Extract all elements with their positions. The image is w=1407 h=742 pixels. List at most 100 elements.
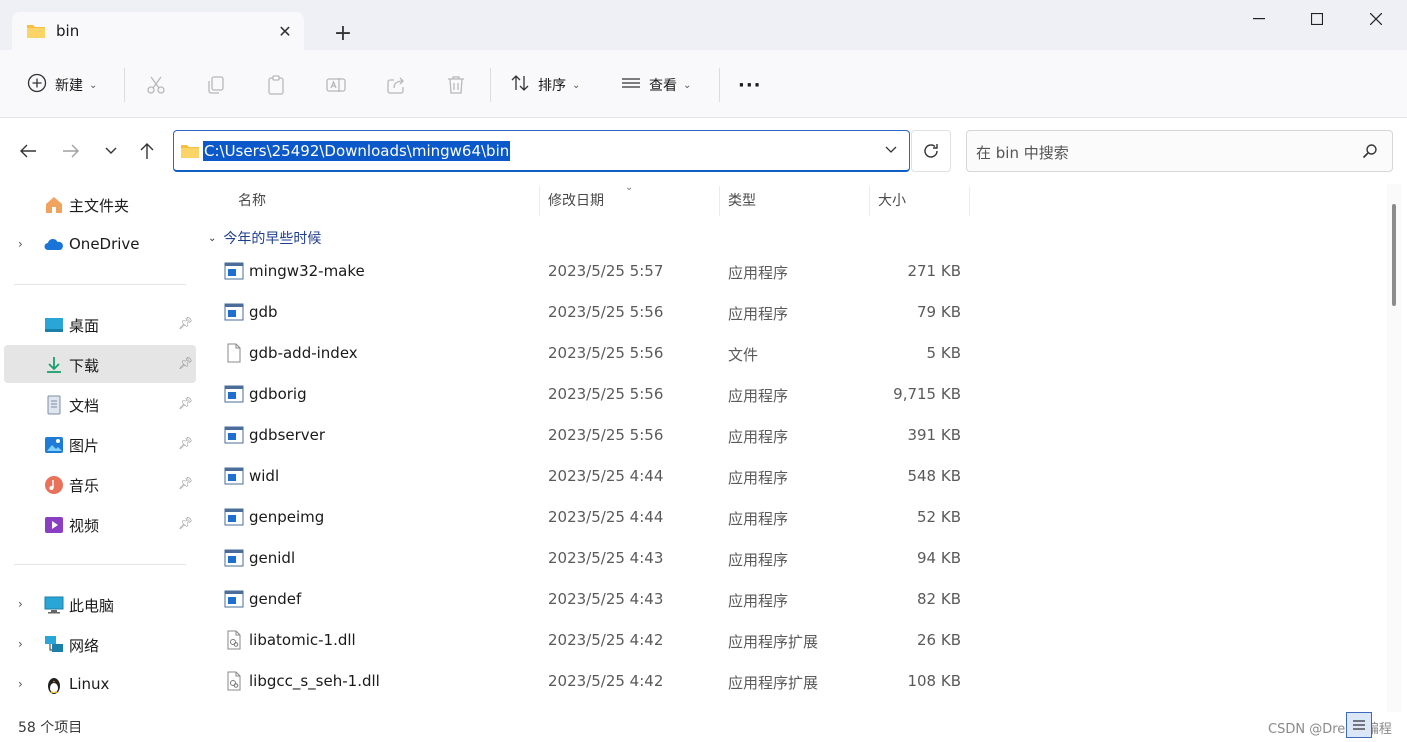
divider [14, 564, 186, 565]
file-row[interactable]: genidl 2023/5/25 4:43 应用程序 94 KB [198, 538, 1388, 579]
rename-icon[interactable] [325, 74, 347, 96]
sidebar-item-label: 图片 [69, 437, 100, 455]
search-box[interactable]: 在 bin 中搜索 [966, 130, 1393, 172]
sidebar-item-onedrive[interactable]: › OneDrive [4, 225, 196, 263]
minimize-button[interactable] [1230, 0, 1288, 38]
sidebar-item-pictures[interactable]: 图片 📌︎ [4, 425, 196, 463]
sidebar-item-this-pc[interactable]: › 此电脑 [4, 585, 196, 623]
file-list: ⌄ 名称 修改日期 类型 大小 ⌄ 今年的早些时候 mingw32-make 20… [198, 182, 1388, 712]
application-icon [224, 261, 244, 281]
share-icon[interactable] [385, 74, 407, 96]
file-row[interactable]: gdb 2023/5/25 5:56 应用程序 79 KB [198, 292, 1388, 333]
copy-icon[interactable] [205, 74, 227, 96]
tab-title: bin [56, 22, 80, 40]
command-bar: 新建 ⌄ 排序 ⌄ 查看 ⌄ ··· [0, 50, 1407, 118]
chevron-right-icon[interactable]: › [18, 677, 23, 691]
file-row[interactable]: gdb-add-index 2023/5/25 5:56 文件 5 KB [198, 333, 1388, 374]
file-row[interactable]: genpeimg 2023/5/25 4:44 应用程序 52 KB [198, 497, 1388, 538]
refresh-button[interactable] [911, 130, 951, 172]
file-type: 应用程序 [728, 551, 789, 569]
up-button[interactable] [135, 140, 159, 162]
file-name: widl [249, 467, 280, 485]
sidebar-item-videos[interactable]: 视频 📌︎ [4, 505, 196, 543]
file-size: 52 KB [917, 508, 961, 526]
chevron-right-icon[interactable]: › [18, 637, 23, 651]
chevron-right-icon[interactable]: › [18, 237, 23, 251]
file-icon [224, 343, 244, 363]
chevron-right-icon[interactable]: › [18, 597, 23, 611]
onedrive-cloud-icon [44, 235, 64, 255]
column-divider[interactable] [869, 186, 870, 216]
details-view-button[interactable] [1346, 712, 1372, 738]
file-row[interactable]: gdborig 2023/5/25 5:56 应用程序 9,715 KB [198, 374, 1388, 415]
file-type: 文件 [728, 346, 759, 364]
sidebar-item-documents[interactable]: 文档 📌︎ [4, 385, 196, 423]
group-header[interactable]: ⌄ 今年的早些时候 [208, 228, 321, 248]
paste-icon[interactable] [265, 74, 287, 96]
home-icon [44, 195, 64, 215]
address-dropdown-icon[interactable] [885, 143, 897, 157]
file-row[interactable]: gendef 2023/5/25 4:43 应用程序 82 KB [198, 579, 1388, 620]
file-row[interactable]: gdbserver 2023/5/25 5:56 应用程序 391 KB [198, 415, 1388, 456]
sidebar-item-desktop[interactable]: 桌面 📌︎ [4, 305, 196, 343]
application-icon [224, 548, 244, 568]
delete-icon[interactable] [445, 74, 467, 96]
view-button[interactable]: 查看 ⌄ [621, 72, 691, 98]
pictures-icon [44, 435, 64, 455]
new-button[interactable]: 新建 ⌄ [27, 72, 97, 98]
column-header-size[interactable]: 大小 [878, 190, 906, 214]
forward-button[interactable] [59, 140, 83, 162]
search-placeholder: 在 bin 中搜索 [976, 144, 1069, 162]
divider [490, 68, 491, 102]
file-size: 391 KB [907, 426, 961, 444]
sidebar-item-network[interactable]: › 网络 [4, 625, 196, 663]
recent-locations-button[interactable] [99, 140, 123, 162]
application-icon [224, 302, 244, 322]
column-divider[interactable] [719, 186, 720, 216]
file-type: 应用程序 [728, 510, 789, 528]
scrollbar-thumb[interactable] [1392, 204, 1396, 306]
address-bar[interactable]: C:\Users\25492\Downloads\mingw64\bin [173, 130, 910, 172]
cut-icon[interactable] [145, 74, 167, 96]
sidebar-item-label: Linux [69, 675, 110, 693]
column-divider[interactable] [969, 186, 970, 216]
chevron-down-icon: ⌄ [683, 79, 692, 91]
back-button[interactable] [16, 140, 40, 162]
maximize-button[interactable] [1288, 0, 1346, 38]
file-row[interactable]: libatomic-1.dll 2023/5/25 4:42 应用程序扩展 26 KB [198, 620, 1388, 661]
divider [719, 68, 720, 102]
vertical-scrollbar[interactable] [1387, 184, 1401, 712]
file-type: 应用程序 [728, 469, 789, 487]
chevron-down-icon: ⌄ [89, 79, 98, 91]
sidebar-item-linux[interactable]: › Linux [4, 665, 196, 703]
sidebar-item-music[interactable]: 音乐 📌︎ [4, 465, 196, 503]
file-name: genpeimg [249, 508, 325, 526]
column-header-type[interactable]: 类型 [728, 190, 756, 214]
search-icon[interactable] [1362, 143, 1378, 163]
new-tab-button[interactable]: + [330, 20, 356, 46]
sort-button[interactable]: 排序 ⌄ [510, 72, 580, 98]
close-window-button[interactable] [1347, 0, 1405, 38]
column-header-name[interactable]: 名称 [238, 190, 266, 214]
sidebar-item-downloads[interactable]: 下载 📌︎ [4, 345, 196, 383]
file-row[interactable]: widl 2023/5/25 4:44 应用程序 548 KB [198, 456, 1388, 497]
download-icon [44, 355, 64, 375]
sidebar-item-label: 桌面 [69, 317, 100, 335]
address-path[interactable]: C:\Users\25492\Downloads\mingw64\bin [203, 141, 511, 161]
tab-close-icon[interactable]: ✕ [274, 20, 296, 42]
file-name: gdb-add-index [249, 344, 358, 362]
tab-bin[interactable]: bin ✕ [12, 12, 304, 50]
file-date: 2023/5/25 4:43 [548, 549, 664, 567]
file-name: mingw32-make [249, 262, 365, 280]
application-icon [224, 466, 244, 486]
file-type: 应用程序 [728, 305, 789, 323]
more-options-button[interactable]: ··· [738, 72, 762, 98]
file-size: 82 KB [917, 590, 961, 608]
file-row[interactable]: libgcc_s_seh-1.dll 2023/5/25 4:42 应用程序扩展 10… [198, 661, 1388, 702]
sidebar-item-home[interactable]: 主文件夹 [4, 185, 196, 223]
file-row[interactable]: mingw32-make 2023/5/25 5:57 应用程序 271 KB [198, 251, 1388, 292]
file-date: 2023/5/25 5:56 [548, 385, 664, 403]
column-divider[interactable] [539, 186, 540, 216]
pin-icon: 📌︎ [178, 516, 194, 530]
column-header-date[interactable]: 修改日期 [548, 190, 604, 214]
